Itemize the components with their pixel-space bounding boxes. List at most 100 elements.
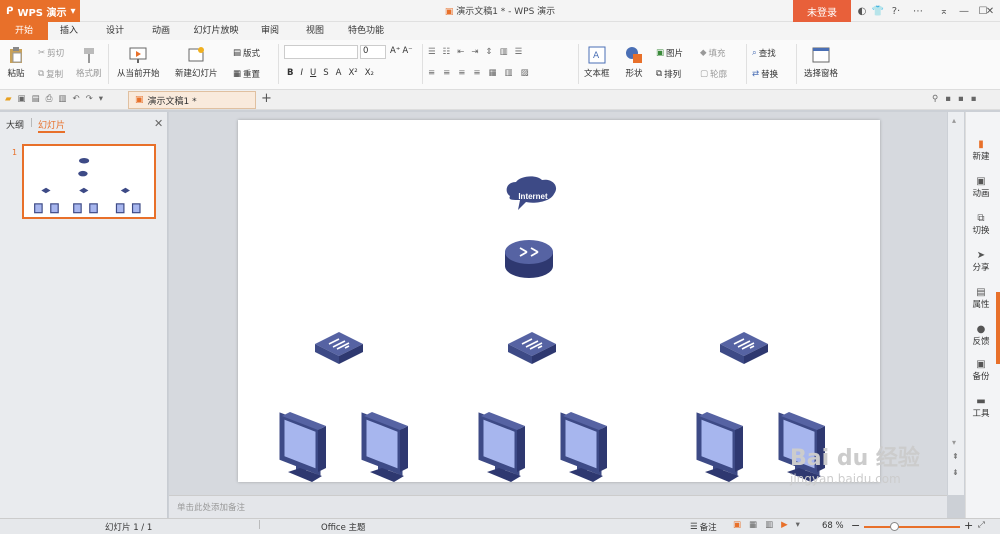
zoom-out-icon[interactable]: − — [851, 519, 860, 532]
textbox-button[interactable]: A 文本框 — [584, 46, 610, 79]
close-icon[interactable]: ✕ — [982, 3, 998, 19]
print-icon[interactable]: ⎙ — [46, 94, 53, 104]
align-tools[interactable]: ≡ ≡ ≡ ≡ ▦ ▥ ▨ — [428, 68, 529, 78]
pin-icon[interactable]: ⚲ — [932, 94, 938, 104]
skin2-icon[interactable]: ▪ — [958, 94, 964, 104]
sidebar-item-animation[interactable]: ▣ 动画 — [966, 175, 996, 200]
router[interactable] — [505, 240, 553, 278]
tab-animation[interactable]: 动画 — [140, 22, 182, 40]
paste-button[interactable]: 粘贴 — [6, 46, 26, 79]
slide-sorter-icon[interactable]: ▦ — [749, 520, 757, 530]
internet-cloud[interactable]: Internet — [506, 176, 557, 210]
font-style-tools[interactable]: B I U S A X² X₂ — [287, 68, 374, 78]
copy-button[interactable]: ⧉ 复制 — [38, 68, 63, 80]
underline-icon[interactable]: U — [310, 68, 316, 78]
sidebar-item-backup[interactable]: ▣ 备份 — [966, 358, 996, 383]
zoom-in-icon[interactable]: + — [964, 519, 973, 532]
bullet-list-icon[interactable]: ☰ — [428, 47, 436, 57]
sidebar-item-new[interactable]: ▮ 新建 — [966, 138, 996, 163]
shape-button[interactable]: 形状 — [624, 46, 644, 79]
tab-slides[interactable]: 幻灯片 — [38, 118, 66, 133]
slide[interactable]: Internet — [238, 120, 880, 482]
reset-button[interactable]: ▦ 重置 — [233, 68, 260, 80]
italic-icon[interactable]: I — [300, 68, 303, 78]
list-tools[interactable]: ☰ ☷ ⇤ ⇥ ⇕ ▥ ☰ — [428, 47, 522, 57]
number-list-icon[interactable]: ☷ — [443, 47, 451, 57]
new-tab-icon[interactable]: + — [261, 91, 272, 106]
smartart-icon[interactable]: ▨ — [521, 68, 529, 78]
new-slide-button[interactable]: 新建幻灯片 — [175, 46, 218, 79]
align-left-icon[interactable]: ≡ — [428, 68, 435, 78]
font-size-select[interactable]: 0 — [360, 45, 386, 59]
align-text-icon[interactable]: ☰ — [515, 47, 523, 57]
text-direction-icon[interactable]: ▥ — [500, 47, 508, 57]
redo-icon[interactable]: ↷ — [86, 94, 93, 104]
notes-toggle-button[interactable]: ☰ 备注 — [690, 521, 717, 533]
options-icon[interactable]: ▪ — [971, 94, 977, 104]
arrange-button[interactable]: ⧉ 排列 — [656, 68, 681, 80]
align-right-icon[interactable]: ≡ — [458, 68, 465, 78]
tab-review[interactable]: 审阅 — [250, 22, 290, 40]
sidebar-item-feedback[interactable]: ● 反馈 — [966, 323, 996, 348]
font-size-tools[interactable]: A⁺ A⁻ — [390, 46, 413, 56]
align-center-icon[interactable]: ≡ — [443, 68, 450, 78]
outline-button[interactable]: ▢ 轮廓 — [700, 68, 727, 80]
skin-icon[interactable]: ◐ — [854, 3, 870, 19]
switch-center[interactable] — [507, 331, 557, 365]
replace-button[interactable]: ⇄ 替换 — [752, 68, 778, 80]
app-menu-button[interactable]: ᑭ WPS 演示 ▾ — [0, 0, 80, 22]
sidebar-collapse-handle[interactable] — [996, 292, 1000, 364]
sidebar-item-share[interactable]: ➤ 分享 — [966, 249, 996, 274]
scroll-up-icon[interactable]: ▴ — [952, 116, 956, 125]
layout-button[interactable]: ▤ 版式 — [233, 47, 260, 59]
line-spacing-icon[interactable]: ⇕ — [486, 47, 493, 57]
notes-field[interactable]: 单击此处添加备注 — [169, 495, 947, 518]
zoom-dropdown-icon[interactable]: ▾ — [796, 520, 800, 530]
collapse-ribbon-icon[interactable]: ⌅ — [936, 3, 952, 19]
open-icon[interactable]: ▰ — [5, 94, 12, 104]
shadow-icon[interactable]: S — [323, 68, 328, 78]
preview-icon[interactable]: ▥ — [58, 94, 66, 104]
customize-icon[interactable]: ▾ — [99, 94, 103, 104]
login-button[interactable]: 未登录 — [793, 0, 851, 22]
tab-outline[interactable]: 大纲 — [6, 118, 24, 131]
sidebar-item-transition[interactable]: ⧉ 切换 — [966, 212, 996, 237]
save-icon[interactable]: ▣ — [18, 94, 26, 104]
sidebar-item-tools[interactable]: ▬ 工具 — [966, 395, 996, 420]
zoom-slider-thumb[interactable] — [890, 522, 899, 531]
pc-monitor[interactable] — [364, 412, 408, 482]
superscript-icon[interactable]: X² — [348, 68, 357, 78]
format-painter-button[interactable]: 格式刷 — [76, 46, 102, 79]
scroll-down-icon[interactable]: ▾ — [952, 438, 956, 447]
help-icon[interactable]: ?· — [888, 3, 904, 19]
more-icon[interactable]: ⋯ — [910, 3, 926, 19]
find-button[interactable]: ⌕ 查找 — [752, 47, 776, 59]
tool-icon[interactable]: ▪ — [945, 94, 951, 104]
sidebar-item-properties[interactable]: ▤ 属性 — [966, 286, 996, 311]
switch-right[interactable] — [719, 331, 769, 365]
outdent-icon[interactable]: ⇥ — [471, 47, 478, 57]
vertical-scrollbar[interactable]: ▴ ▾ ⇞ ⇟ — [948, 112, 964, 495]
prev-slide-icon[interactable]: ⇞ — [952, 452, 959, 461]
picture-button[interactable]: ▣ 图片 — [656, 47, 683, 59]
slide-thumbnail[interactable] — [22, 144, 156, 219]
reading-view-icon[interactable]: ▥ — [765, 520, 773, 530]
next-slide-icon[interactable]: ⇟ — [952, 468, 959, 477]
font-family-select[interactable] — [284, 45, 358, 59]
undo-icon[interactable]: ↶ — [72, 94, 79, 104]
export-icon[interactable]: ▤ — [32, 94, 40, 104]
fit-window-icon[interactable]: ⤢ — [978, 520, 985, 530]
normal-view-icon[interactable]: ▣ — [733, 520, 741, 530]
tab-home[interactable]: 开始 — [0, 22, 48, 40]
switch-left[interactable] — [314, 331, 364, 365]
subscript-icon[interactable]: X₂ — [365, 68, 374, 78]
tab-design[interactable]: 设计 — [94, 22, 136, 40]
indent-icon[interactable]: ⇤ — [457, 47, 464, 57]
tab-view[interactable]: 视图 — [295, 22, 335, 40]
document-tab[interactable]: ▣ 演示文稿1 * — [128, 91, 256, 109]
tab-special[interactable]: 特色功能 — [338, 22, 394, 40]
pc-monitor[interactable] — [699, 412, 743, 482]
bold-icon[interactable]: B — [287, 68, 293, 78]
pc-monitor[interactable] — [563, 412, 607, 482]
zoom-slider[interactable] — [864, 526, 960, 528]
